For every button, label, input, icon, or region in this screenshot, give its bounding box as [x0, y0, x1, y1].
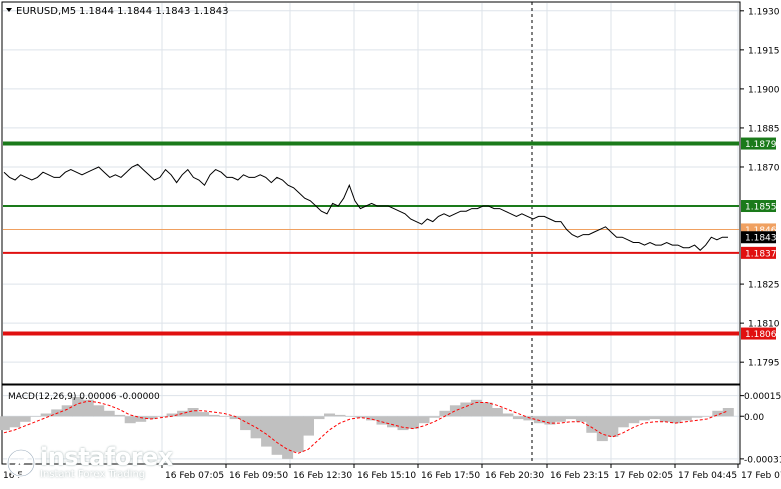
- macd-bar: [177, 410, 189, 417]
- macd-bar: [324, 413, 335, 417]
- macd-bar: [575, 416, 587, 422]
- macd-bar: [0, 416, 10, 431]
- macd-bar: [596, 416, 608, 442]
- macd-bar: [691, 416, 703, 418]
- macd-bar: [502, 413, 514, 417]
- price-tick-label: 1.1885: [748, 124, 780, 134]
- macd-bar: [418, 416, 430, 424]
- macd-bar: [659, 416, 671, 422]
- macd-bar: [292, 416, 304, 453]
- macd-title: MACD(12,26,9) 0.00006 -0.00000: [8, 392, 160, 402]
- macd-bar: [93, 405, 105, 417]
- macd-bar: [313, 416, 325, 420]
- macd-bar: [345, 416, 356, 417]
- macd-bar: [208, 414, 220, 417]
- level-label-current: 1.1843: [745, 234, 777, 244]
- level-label-support: 1.1837: [745, 249, 777, 259]
- price-tick-label: 1.1915: [748, 46, 780, 56]
- price-tick-label: 1.1870: [748, 163, 780, 173]
- macd-bar: [30, 416, 42, 417]
- macd-bar: [449, 405, 461, 417]
- macd-bar: [40, 413, 52, 417]
- time-axis: 16 Feb 07:05 16 Feb 09:50 16 Feb 12:30 16 F…: [3, 464, 781, 481]
- macd-bar: [103, 410, 115, 417]
- macd-bar: [303, 416, 314, 436]
- macd-tick-label: 0.00015: [744, 392, 781, 402]
- price-chart[interactable]: EURUSD,M5 1.1844 1.1844 1.1843 1.1843 MA…: [0, 0, 781, 489]
- price-tick-label: 1.1795: [748, 359, 780, 369]
- price-tick-label: 1.1930: [748, 7, 780, 17]
- macd-bar: [282, 416, 294, 459]
- price-tick-label: 1.1825: [748, 281, 780, 291]
- macd-bar: [481, 402, 493, 417]
- time-tick-label: 16 Feb 23:15: [550, 471, 609, 481]
- main-chart-frame: [1, 1, 741, 385]
- time-tick-label: 16 Feb 09:50: [229, 471, 288, 481]
- price-tick-label: 1.1900: [748, 85, 780, 95]
- macd-tick-label: 0.00: [744, 413, 764, 423]
- quote-values: 1.1844 1.1844 1.1843 1.1843: [79, 6, 229, 17]
- symbol-label: EURUSD,M5: [16, 6, 76, 17]
- macd-bar: [114, 414, 126, 417]
- macd-tick-label: -0.00031: [744, 455, 781, 465]
- macd-bar: [638, 416, 650, 421]
- macd-bar: [554, 416, 566, 422]
- chart-header: EURUSD,M5 1.1844 1.1844 1.1843 1.1843: [6, 6, 229, 17]
- macd-bar: [460, 402, 472, 417]
- level-label-resistance-strong: 1.1879: [745, 140, 777, 150]
- macd-bar: [617, 416, 629, 428]
- macd-bar: [439, 410, 451, 417]
- macd-bar: [649, 416, 661, 420]
- macd-bar: [565, 416, 577, 420]
- level-label-support-strong: 1.1806: [745, 330, 777, 340]
- time-tick-label: 16 Feb 17:50: [421, 471, 480, 481]
- macd-bar: [19, 416, 31, 422]
- macd-bar: [261, 416, 273, 447]
- macd-bar: [187, 408, 199, 417]
- macd-bar: [240, 416, 252, 431]
- macd-bar: [512, 416, 524, 420]
- price-axis: 1.1930 1.1915 1.1900 1.1885 1.1870 1.1825 1.18…: [740, 7, 780, 369]
- macd-bar: [628, 416, 640, 424]
- time-tick-label: 16 Feb 07:05: [165, 471, 224, 481]
- macd-bar: [408, 416, 419, 429]
- macd-bar: [124, 416, 136, 424]
- macd-bar: [9, 416, 21, 428]
- time-tick-label: 16 F: [3, 471, 23, 481]
- macd-bar: [219, 416, 231, 417]
- time-tick-label: 16 Feb 15:10: [357, 471, 416, 481]
- macd-bar: [680, 416, 692, 421]
- time-tick-label: 17 Feb 02:05: [614, 471, 673, 481]
- macd-bar: [607, 416, 619, 437]
- macd-bar: [429, 416, 440, 418]
- macd-bar: [271, 416, 283, 455]
- macd-bar: [701, 416, 713, 417]
- level-label-resistance: 1.1855: [745, 203, 777, 213]
- time-tick-label: 17 Feb 04:45: [678, 471, 737, 481]
- time-tick-label: 16 Feb 12:30: [293, 471, 352, 481]
- macd-bar: [533, 416, 545, 424]
- time-tick-label: 17 Feb 07:25: [741, 471, 781, 481]
- time-tick-label: 16 Feb 20:30: [485, 471, 544, 481]
- macd-bar: [334, 414, 346, 417]
- macd-bar: [355, 416, 367, 418]
- macd-axis: 0.00015 0.00 -0.00031: [740, 392, 781, 465]
- macd-bar: [491, 408, 503, 417]
- macd-bar: [198, 412, 210, 417]
